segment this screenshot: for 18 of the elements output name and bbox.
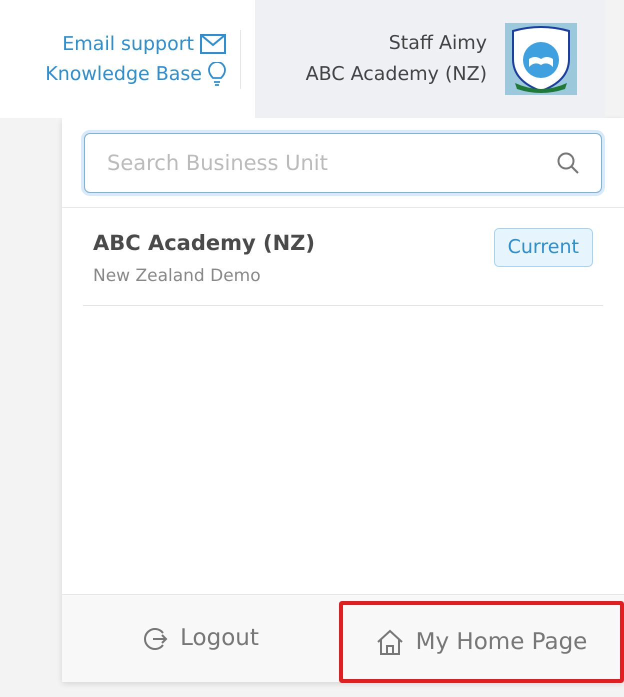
home-icon	[376, 629, 404, 655]
email-support-link[interactable]: Email support	[62, 30, 226, 58]
search-icon[interactable]	[556, 151, 580, 175]
business-unit-item[interactable]: ABC Academy (NZ) New Zealand Demo Current	[83, 208, 603, 306]
knowledge-base-link[interactable]: Knowledge Base	[45, 60, 226, 88]
logo-icon	[505, 23, 577, 95]
user-panel[interactable]: Staff Aimy ABC Academy (NZ)	[255, 0, 605, 118]
search-field[interactable]: Search Business Unit	[84, 133, 602, 193]
envelope-icon	[200, 34, 226, 54]
unit-name: ABC Academy (NZ)	[93, 230, 316, 257]
logout-icon	[142, 626, 168, 652]
lightbulb-icon	[208, 62, 226, 86]
current-tag: Current	[494, 228, 593, 266]
logout-button[interactable]: Logout	[62, 595, 339, 682]
user-name: Staff Aimy	[388, 31, 487, 56]
home-page-button[interactable]: My Home Page	[339, 601, 624, 683]
organisation-name: ABC Academy (NZ)	[306, 62, 487, 87]
unit-subtitle: New Zealand Demo	[93, 264, 262, 288]
